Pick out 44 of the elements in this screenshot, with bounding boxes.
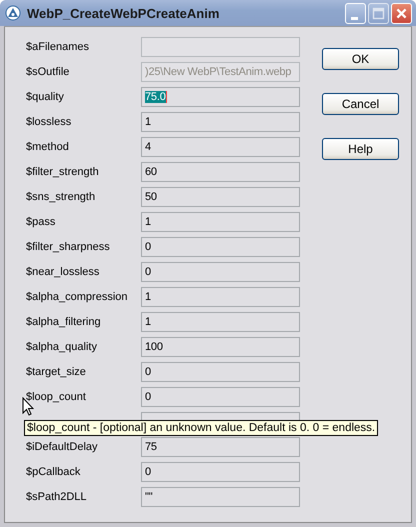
field-label: $alpha_quality bbox=[25, 341, 98, 353]
input-field[interactable]: 0 bbox=[141, 462, 300, 482]
tooltip: $loop_count - [optional] an unknown value. Default is 0. 0 = endless. bbox=[24, 420, 378, 436]
field-label: $filter_sharpness bbox=[25, 241, 111, 253]
input-field[interactable]: 1 bbox=[141, 112, 300, 132]
input-field[interactable]: 0 bbox=[141, 237, 300, 257]
input-field[interactable]: 1 bbox=[141, 212, 300, 232]
input-field[interactable]: 50 bbox=[141, 187, 300, 207]
input-field[interactable]: 1 bbox=[141, 287, 300, 307]
maximize-button[interactable] bbox=[368, 2, 389, 24]
field-label: $sns_strength bbox=[25, 191, 96, 203]
field-label: $pass bbox=[25, 216, 56, 228]
field-label: $quality bbox=[25, 91, 65, 103]
field-label: $aFilenames bbox=[25, 41, 90, 53]
minimize-icon bbox=[351, 16, 358, 20]
field-label: $sOutfile bbox=[25, 66, 70, 78]
field-label: $lossless bbox=[25, 116, 72, 128]
minimize-button[interactable] bbox=[345, 2, 366, 24]
input-field[interactable]: "" bbox=[141, 487, 300, 507]
input-field[interactable]: 1 bbox=[141, 312, 300, 332]
app-icon bbox=[5, 5, 21, 21]
field-label: $filter_strength bbox=[25, 166, 100, 178]
close-button[interactable] bbox=[391, 2, 412, 24]
field-label: $iDefaultDelay bbox=[25, 441, 99, 453]
window-title: WebP_CreateWebPCreateAnim bbox=[27, 6, 220, 20]
field-label: $sPath2DLL bbox=[25, 491, 88, 503]
input-field[interactable]: 0 bbox=[141, 262, 300, 282]
field-label: $near_lossless bbox=[25, 266, 100, 278]
input-field[interactable]: 75 bbox=[141, 437, 300, 457]
field-label: $pCallback bbox=[25, 466, 82, 478]
field-label: $loop_count bbox=[25, 391, 87, 403]
input-field[interactable]: 4 bbox=[141, 137, 300, 157]
input-field[interactable]: 0 bbox=[141, 362, 300, 382]
field-label: $alpha_compression bbox=[25, 291, 129, 303]
input-field[interactable]: 60 bbox=[141, 162, 300, 182]
input-field[interactable]: 0 bbox=[141, 387, 300, 407]
input-field[interactable]: 100 bbox=[141, 337, 300, 357]
dialog-button[interactable]: OK bbox=[322, 48, 399, 70]
dialog-button[interactable]: Cancel bbox=[322, 93, 399, 115]
field-label: $alpha_filtering bbox=[25, 316, 102, 328]
field-label: $method bbox=[25, 141, 70, 153]
field-label: $target_size bbox=[25, 366, 87, 378]
input-field[interactable]: 75.0 bbox=[141, 87, 300, 107]
dialog-button[interactable]: Help bbox=[322, 138, 399, 160]
